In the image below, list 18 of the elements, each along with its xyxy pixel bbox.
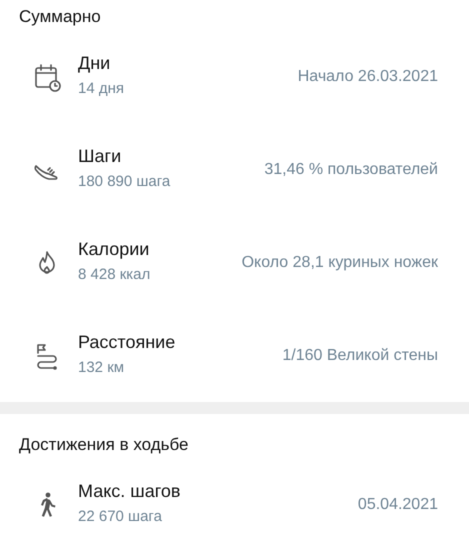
stat-title: Шаги xyxy=(78,145,122,168)
stat-value: 180 890 шага xyxy=(78,172,172,192)
stat-title: Дни xyxy=(78,52,112,74)
stat-value: 8 428 ккал xyxy=(78,265,152,286)
stat-note: 05.04.2021 xyxy=(358,494,438,514)
section-heading: Достижения в ходьбе xyxy=(19,434,189,456)
stat-note: 1/160 Великой стены xyxy=(282,346,438,366)
stat-value: 22 670 шага xyxy=(78,507,163,528)
stat-title: Калории xyxy=(78,238,150,260)
stat-note: 31,46 % пользователей xyxy=(264,160,438,180)
stat-title: Макс. шагов xyxy=(78,480,182,502)
stat-value: 132 км xyxy=(78,358,126,378)
stat-title: Расстояние xyxy=(78,331,176,354)
calendar-icon xyxy=(32,62,62,92)
stat-value: 14 дня xyxy=(78,79,126,100)
section-heading: Суммарно xyxy=(19,6,101,28)
stat-note: Начало 26.03.2021 xyxy=(298,66,438,86)
stat-note: Около 28,1 куриных ножек xyxy=(242,252,438,272)
